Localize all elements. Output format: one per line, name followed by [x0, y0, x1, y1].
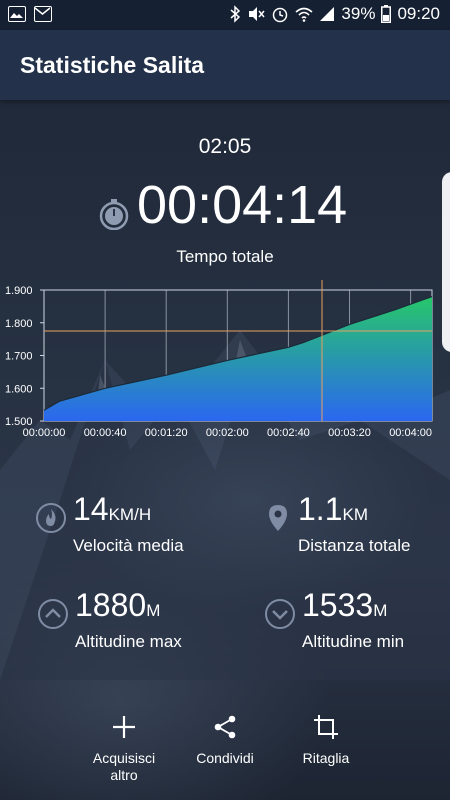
app-bar: Statistiche Salita: [0, 30, 450, 100]
content: 02:05 00:04:14 Tempo totale 1.900 1.800 1.…: [0, 100, 450, 800]
timer-row: 00:04:14: [0, 172, 450, 242]
action-bar: Acquisisci altro Condividi Ritaglia: [0, 714, 450, 794]
signal-icon: [320, 7, 335, 21]
distance-number: 1.1: [298, 491, 343, 527]
chart-xtick-label: 00:03:20: [328, 427, 371, 439]
altitude-area-series: [44, 296, 432, 421]
stat-alt-min: 1533M Altitudine min: [302, 586, 404, 652]
chart-xtick-label: 00:02:40: [267, 427, 310, 439]
chart-ytick-label: 1.600: [5, 383, 33, 395]
bluetooth-icon: [230, 5, 241, 23]
share-label: Condividi: [196, 750, 254, 766]
acquire-more-label: Acquisisci altro: [92, 750, 156, 783]
chart-xtick-label: 00:00:00: [23, 427, 66, 439]
share-icon: [214, 715, 236, 739]
edge-panel-handle[interactable]: [442, 172, 450, 352]
chart-xtick-label: 00:02:00: [206, 427, 249, 439]
status-time: 09:20: [397, 4, 440, 23]
total-time-value: 00:04:14: [137, 175, 348, 235]
crop-label: Ritaglia: [302, 750, 350, 766]
chart-ytick-label: 1.700: [5, 351, 33, 363]
stat-speed: 14KM/H Velocità media: [73, 490, 184, 556]
wifi-icon: [295, 7, 313, 22]
acquire-more-button[interactable]: Acquisisci altro: [78, 714, 170, 784]
chevron-up-circle-icon: [38, 599, 68, 629]
mute-icon: [249, 7, 265, 21]
plus-icon: [113, 716, 135, 738]
altitude-chart[interactable]: 1.9001.8001.7001.6001.500 00:00:00 00:00:…: [0, 280, 450, 450]
battery-percent: 39%: [341, 4, 376, 23]
battery-icon: [381, 5, 392, 23]
distance-unit: KM: [342, 505, 368, 524]
share-button[interactable]: Condividi: [185, 714, 265, 767]
crop-icon: [314, 715, 338, 739]
alt-min-value: 1533M: [302, 586, 404, 630]
distance-label: Distanza totale: [298, 536, 411, 555]
alt-max-value: 1880M: [75, 586, 182, 630]
speed-unit: KM/H: [108, 505, 152, 524]
alt-max-unit: M: [146, 601, 161, 620]
status-bar: 39% 09:20: [0, 0, 450, 30]
stat-alt-max: 1880M Altitudine max: [75, 586, 182, 652]
alarm-icon: [273, 7, 288, 23]
speed-label: Velocità media: [73, 536, 184, 555]
chart-ytick-label: 1.800: [5, 318, 33, 330]
alt-max-number: 1880: [75, 587, 147, 623]
distance-value: 1.1KM: [298, 490, 410, 534]
chevron-down-circle-icon: [265, 599, 295, 629]
chart-xtick-label: 00:01:20: [145, 427, 188, 439]
mail-icon: [34, 6, 52, 22]
chart-ytick-label: 1.900: [5, 285, 33, 297]
alt-min-unit: M: [373, 601, 388, 620]
crop-button[interactable]: Ritaglia: [292, 714, 360, 767]
flame-icon: [36, 503, 66, 533]
clock-time: 02:05: [198, 135, 252, 158]
chart-xtick-label: 00:04:00: [389, 427, 432, 439]
alt-min-number: 1533: [302, 587, 374, 623]
stopwatch-icon: [99, 199, 129, 230]
chart-xtick-label: 00:00:40: [84, 427, 127, 439]
speed-value: 14KM/H: [73, 490, 184, 534]
location-pin-icon: [269, 505, 287, 531]
image-icon: [8, 6, 26, 22]
alt-min-label: Altitudine min: [302, 632, 405, 651]
alt-max-label: Altitudine max: [75, 632, 182, 651]
total-time-label: Tempo totale: [176, 247, 274, 266]
speed-number: 14: [73, 491, 109, 527]
stat-distance: 1.1KM Distanza totale: [298, 490, 410, 556]
page-title: Statistiche Salita: [20, 52, 205, 78]
